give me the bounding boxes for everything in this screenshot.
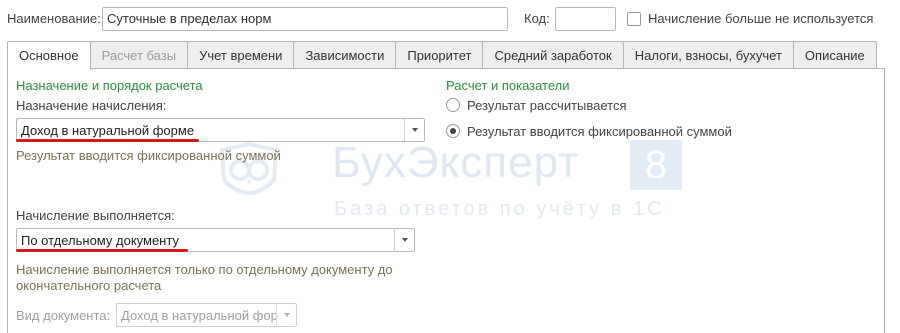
chevron-down-icon[interactable] — [394, 229, 414, 251]
purpose-hint: Результат вводится фиксированной суммой — [16, 148, 281, 163]
doc-type-label: Вид документа: — [16, 308, 111, 323]
watermark-title: БухЭксперт — [332, 138, 580, 187]
purpose-group-title: Назначение и порядок расчета — [16, 78, 203, 93]
tab-taxes[interactable]: Налоги, взносы, бухучет — [622, 41, 794, 69]
highlight-underline — [16, 139, 199, 142]
tab-bar: Основное Расчет базы Учет времени Зависи… — [7, 41, 877, 70]
execution-select-value: По отдельному документу — [21, 233, 179, 248]
tab-priority[interactable]: Приоритет — [395, 41, 484, 69]
execution-hint-line1: Начисление выполняется только по отдельн… — [16, 262, 393, 277]
radio-calculated[interactable] — [446, 98, 460, 112]
chevron-down-icon[interactable] — [404, 119, 424, 141]
not-used-checkbox[interactable] — [627, 12, 641, 26]
purpose-select-value: Доход в натуральной форме — [21, 123, 195, 138]
tab-main[interactable]: Основное — [7, 41, 91, 70]
purpose-label: Назначение начисления: — [16, 98, 167, 113]
not-used-label: Начисление больше не используется — [648, 11, 874, 26]
code-label: Код: — [524, 11, 550, 26]
highlight-underline — [16, 249, 188, 252]
radio-fixed-label: Результат вводится фиксированной суммой — [467, 124, 732, 139]
watermark-subtitle: База ответов по учёту в 1С — [334, 198, 665, 220]
radio-fixed[interactable] — [446, 124, 460, 138]
tab-base-calc[interactable]: Расчет базы — [89, 41, 189, 69]
execution-hint-line2: окончательного расчета — [16, 278, 162, 293]
doc-type-select-value: Доход в натуральной фор — [121, 308, 278, 323]
name-label: Наименование: — [7, 11, 101, 26]
tab-time-accounting[interactable]: Учет времени — [187, 41, 295, 69]
radio-calculated-label: Результат рассчитывается — [467, 98, 627, 113]
name-input[interactable]: Суточные в пределах норм — [102, 7, 508, 31]
doc-type-select: Доход в натуральной фор — [116, 303, 297, 327]
chevron-down-icon — [276, 304, 296, 326]
calc-group-title: Расчет и показатели — [446, 78, 570, 93]
tab-dependencies[interactable]: Зависимости — [293, 41, 397, 69]
watermark-badge: 8 — [630, 140, 682, 190]
execution-label: Начисление выполняется: — [16, 208, 175, 223]
tab-average-earnings[interactable]: Средний заработок — [482, 41, 624, 69]
tab-description[interactable]: Описание — [792, 41, 877, 69]
code-input[interactable] — [555, 7, 616, 31]
